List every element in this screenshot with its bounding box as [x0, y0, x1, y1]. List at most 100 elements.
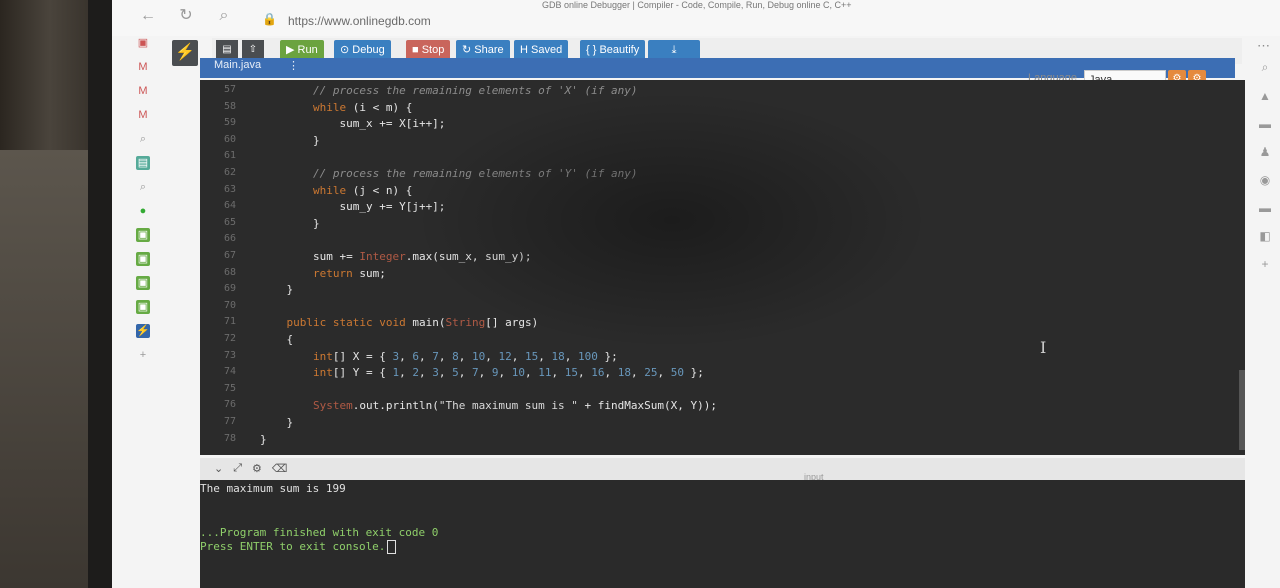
- settings-icon[interactable]: ⚙: [252, 462, 262, 475]
- code-line[interactable]: }: [260, 283, 293, 296]
- line-number: 72: [223, 333, 236, 344]
- text-cursor-icon: I: [1040, 338, 1047, 357]
- code-line[interactable]: return sum;: [260, 267, 386, 280]
- lock-icon[interactable]: 🔒: [262, 12, 277, 26]
- search-icon[interactable]: ⌕: [214, 6, 234, 26]
- search-icon[interactable]: ⌕: [1262, 60, 1269, 75]
- line-number: 57: [223, 84, 236, 95]
- code-line[interactable]: sum += Integer.max(sum_x, sum_y);: [260, 250, 532, 263]
- line-number: 73: [223, 349, 236, 361]
- press-enter-text: Press ENTER to exit console.: [200, 540, 386, 553]
- search-icon[interactable]: ⌕: [136, 132, 150, 146]
- line-number: 65: [223, 216, 236, 228]
- line-number: 68: [223, 266, 236, 278]
- browser-window: ← ↻ ⌕ GDB online Debugger | Compiler - C…: [112, 0, 1280, 588]
- browser-address-bar: ← ↻ ⌕ GDB online Debugger | Compiler - C…: [112, 0, 1280, 36]
- whatsapp-icon[interactable]: ●: [136, 204, 150, 218]
- code-line[interactable]: while (j < n) {: [260, 184, 412, 197]
- expand-icon[interactable]: ⤢: [233, 462, 242, 475]
- debug-button[interactable]: ⊙ Debug: [334, 40, 391, 60]
- console-toolbar: ⌄ ⤢ ⚙ ⌫ input: [200, 458, 1245, 482]
- code-line[interactable]: System.out.println("The maximum sum is "…: [260, 399, 717, 412]
- sidebar-icon[interactable]: ▣: [136, 36, 150, 50]
- download-button[interactable]: ⤓: [648, 40, 700, 60]
- press-enter-message: Press ENTER to exit console.: [200, 540, 397, 554]
- onlinegdb-menu-icon[interactable]: ⚡: [172, 40, 198, 66]
- beautify-button[interactable]: { } Beautify: [580, 40, 646, 60]
- file-tab-bar: Main.java ⋮: [200, 58, 1235, 78]
- file-tab-menu-icon[interactable]: ⋮: [288, 59, 299, 72]
- gmail-icon[interactable]: M: [136, 84, 150, 98]
- code-line[interactable]: }: [260, 433, 267, 446]
- clear-icon[interactable]: ⌫: [272, 462, 288, 475]
- browser-sidebar: ⌕ ▲ ▬ ♟ ◉ ▬ ◧ +: [1250, 60, 1280, 480]
- line-number: 78: [223, 432, 236, 444]
- tab-title[interactable]: GDB online Debugger | Compiler - Code, C…: [542, 0, 852, 10]
- line-number: 62: [223, 167, 236, 178]
- new-file-icon[interactable]: ▤: [216, 40, 238, 60]
- code-line[interactable]: public static void main(String[] args): [260, 316, 539, 329]
- add-icon[interactable]: +: [1261, 257, 1268, 271]
- stop-button[interactable]: ■ Stop: [406, 40, 451, 60]
- program-output: The maximum sum is 199: [200, 482, 346, 495]
- code-line[interactable]: {: [260, 333, 293, 346]
- code-line[interactable]: while (i < m) {: [260, 101, 412, 114]
- line-number: 60: [223, 133, 236, 145]
- desk-edge: [0, 150, 90, 588]
- line-number: 70: [223, 299, 236, 311]
- more-icon[interactable]: ⋯: [1257, 38, 1270, 54]
- app-icon[interactable]: ▣: [136, 300, 150, 314]
- line-number: 66: [223, 233, 236, 245]
- code-editor[interactable]: I 57 // process the remaining elements o…: [200, 80, 1245, 455]
- app-icon[interactable]: ▣: [136, 252, 150, 266]
- tools-icon[interactable]: ▲: [1259, 89, 1271, 103]
- code-line[interactable]: }: [260, 134, 320, 147]
- extension-rail: ▣ M M M ⌕ ▤ ⌕ ● ▣ ▣ ▣ ▣ ⚡ +: [132, 36, 154, 496]
- search-icon[interactable]: ⌕: [136, 180, 150, 194]
- add-icon[interactable]: +: [136, 348, 150, 362]
- exit-message: ...Program finished with exit code 0: [200, 526, 439, 539]
- share-button[interactable]: ↻ Share: [456, 40, 510, 60]
- line-number: 67: [223, 250, 236, 261]
- line-number: 77: [223, 416, 236, 427]
- url-field[interactable]: https://www.onlinegdb.com: [288, 14, 431, 28]
- code-line[interactable]: int[] X = { 3, 6, 7, 8, 10, 12, 15, 18, …: [260, 350, 618, 363]
- line-number: 75: [223, 382, 236, 394]
- gdb-icon[interactable]: ⚡: [136, 324, 150, 338]
- line-number: 76: [223, 399, 236, 411]
- line-number: 74: [223, 366, 236, 378]
- run-button[interactable]: ▶ Run: [280, 40, 324, 60]
- shopping-icon[interactable]: ▬: [1259, 117, 1271, 131]
- upload-icon[interactable]: ⇧: [242, 40, 264, 60]
- line-number: 71: [223, 316, 236, 328]
- tab-main-java[interactable]: Main.java: [214, 59, 261, 71]
- app-icon[interactable]: ▣: [136, 276, 150, 290]
- line-number: 63: [223, 183, 236, 195]
- line-number: 69: [223, 283, 236, 295]
- back-icon[interactable]: ←: [138, 6, 158, 26]
- code-line[interactable]: sum_y += Y[j++];: [260, 200, 445, 213]
- code-line[interactable]: }: [260, 217, 320, 230]
- editor-scrollbar[interactable]: [1239, 370, 1245, 450]
- console-caret: [387, 540, 397, 554]
- code-line[interactable]: // process the remaining elements of 'Y'…: [260, 167, 638, 180]
- code-line[interactable]: // process the remaining elements of 'X'…: [260, 84, 638, 97]
- line-number: 61: [223, 150, 236, 162]
- line-number: 64: [223, 200, 236, 212]
- output-console[interactable]: The maximum sum is 199 ...Program finish…: [200, 480, 1245, 588]
- code-line[interactable]: sum_x += X[i++];: [260, 117, 445, 130]
- code-line[interactable]: }: [260, 416, 293, 429]
- save-button[interactable]: H Saved: [514, 40, 569, 60]
- outlook-icon[interactable]: ▬: [1259, 201, 1271, 215]
- refresh-icon[interactable]: ↻: [176, 6, 196, 26]
- games-icon[interactable]: ♟: [1260, 145, 1271, 159]
- app-icon[interactable]: ▣: [136, 228, 150, 242]
- app-icon[interactable]: ▤: [136, 156, 150, 170]
- app-icon[interactable]: ◧: [1259, 229, 1270, 243]
- gmail-icon[interactable]: M: [136, 108, 150, 122]
- code-line[interactable]: int[] Y = { 1, 2, 3, 5, 7, 9, 10, 11, 15…: [260, 366, 704, 379]
- collapse-icon[interactable]: ⌄: [214, 462, 223, 475]
- office-icon[interactable]: ◉: [1260, 173, 1270, 187]
- gmail-icon[interactable]: M: [136, 60, 150, 74]
- line-number: 59: [223, 117, 236, 129]
